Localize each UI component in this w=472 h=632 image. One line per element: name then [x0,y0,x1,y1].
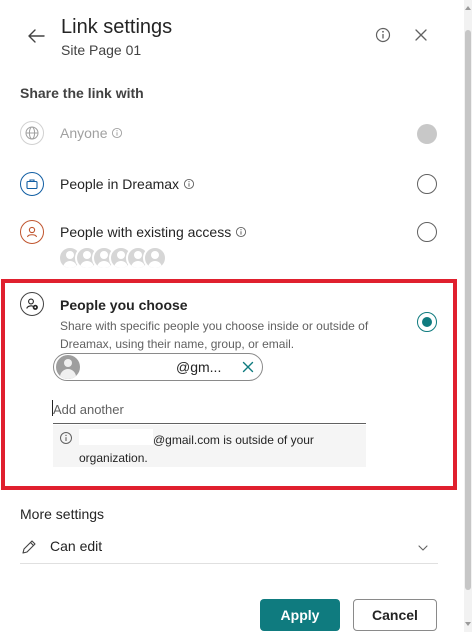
option-choose-label: People you choose [60,297,188,313]
back-button[interactable] [24,24,48,48]
cancel-button[interactable]: Cancel [353,599,437,631]
scroll-up-icon[interactable] [464,4,472,12]
existing-access-avatars [58,246,167,272]
arrow-left-icon [28,29,45,43]
selected-person-text: @gm... [176,359,222,375]
option-existing-label: People with existing access [60,224,247,240]
close-button[interactable] [412,26,430,44]
info-button[interactable] [374,26,392,44]
info-icon [375,27,391,43]
info-icon [112,127,123,139]
avatar [143,246,167,270]
page-title: Link settings [61,16,173,38]
chevron-down-icon [418,545,428,551]
scroll-down-icon[interactable] [464,620,472,628]
remove-person-button[interactable] [240,359,256,375]
add-another-input[interactable] [53,396,366,424]
radio-org[interactable] [417,174,437,194]
person-icon [20,220,44,244]
option-choose-description: Share with specific people you choose in… [60,319,369,351]
permission-dropdown[interactable]: Can edit [20,534,438,560]
radio-choose[interactable] [417,312,437,332]
option-anyone-label: Anyone [60,125,123,141]
option-org-label: People in Dreamax [60,176,195,192]
redacted-email [79,429,153,445]
external-user-notice: @gmail.com is outside of your organizati… [53,425,366,467]
info-icon [236,226,247,238]
people-settings-icon [20,292,44,316]
close-icon [242,361,254,373]
page-subtitle: Site Page 01 [61,42,142,58]
selected-person-chip[interactable]: @gm... [53,353,263,381]
radio-anyone [417,124,437,144]
option-existing-text: People with existing access [60,224,232,240]
redacted-name [90,357,176,377]
info-icon [60,432,72,444]
radio-existing[interactable] [417,222,437,242]
briefcase-icon [20,172,44,196]
scrollbar-thumb[interactable] [465,30,471,590]
more-settings-label: More settings [20,506,105,522]
panel-header: Link settings Site Page 01 [0,0,472,74]
permission-value: Can edit [50,538,103,554]
info-icon [184,178,195,190]
option-choose-text: People you choose [60,297,188,313]
globe-icon [20,121,44,145]
share-section-label: Share the link with [20,85,144,101]
pencil-icon [22,540,36,554]
option-org-text: People in Dreamax [60,176,180,192]
text-caret [52,400,53,416]
avatar [56,355,80,379]
apply-button[interactable]: Apply [260,599,340,631]
close-icon [415,29,427,41]
divider [20,563,438,564]
option-anyone-text: Anyone [60,125,108,141]
